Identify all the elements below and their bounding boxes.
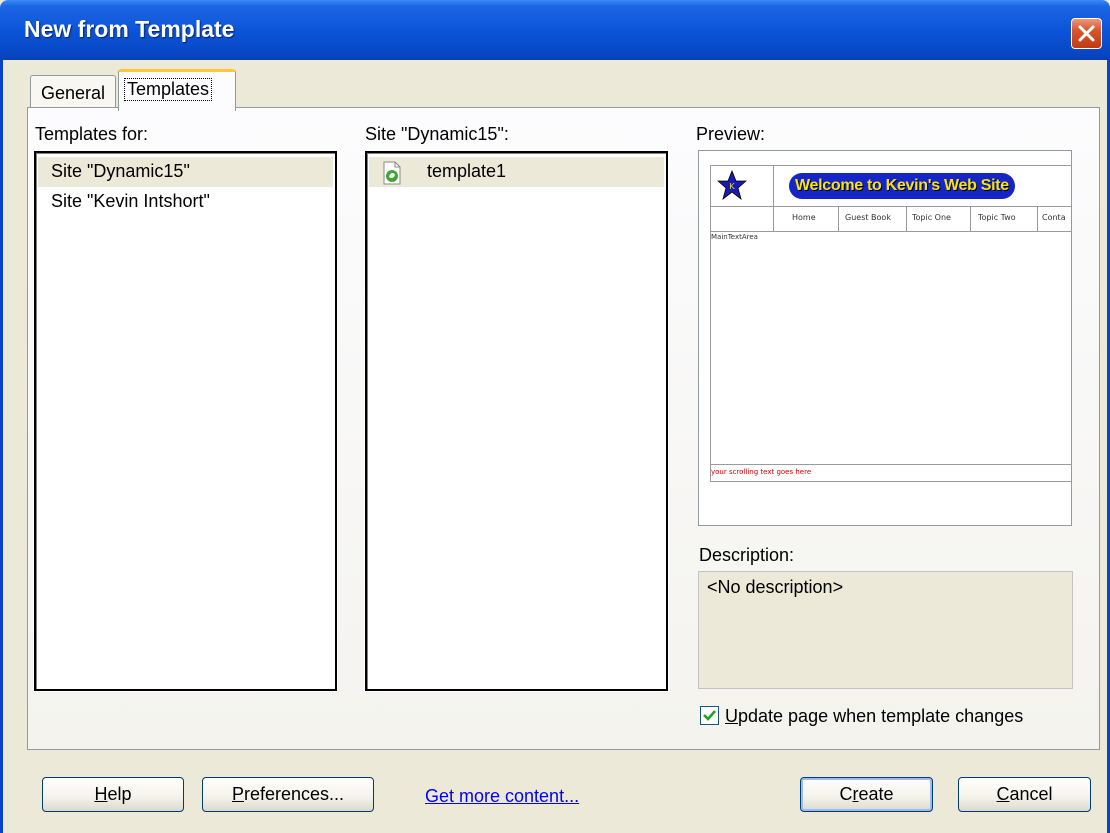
tab-templates[interactable]: Templates	[118, 69, 236, 111]
get-more-content-link[interactable]: Get more content...	[425, 786, 579, 807]
mnemonic-u: U	[725, 706, 738, 726]
preview-table-border	[710, 165, 1072, 166]
preview-table-border	[906, 206, 907, 231]
logo-letter: K	[729, 182, 735, 191]
label-rest: pdate page when template changes	[738, 706, 1024, 726]
list-item-template1[interactable]: template1	[379, 159, 659, 185]
create-button[interactable]: Create	[800, 777, 933, 812]
template-file-icon	[383, 161, 401, 185]
preview-table-border	[710, 481, 1072, 482]
window-border-left	[0, 60, 3, 833]
dialog-title: New from Template	[24, 16, 235, 42]
mnemonic-c: C	[996, 784, 1010, 804]
list-item-site-dynamic15[interactable]: Site "Dynamic15"	[51, 161, 190, 182]
title-bar: New from Template	[0, 0, 1110, 60]
templates-for-label: Templates for:	[35, 124, 149, 144]
preview-label: Preview:	[696, 124, 766, 144]
description-value: <No description>	[707, 577, 844, 597]
mnemonic-h: H	[94, 784, 108, 804]
mnemonic-p: P	[231, 784, 244, 804]
preview-pane: K Welcome to Kevin's Web Site Home Guest…	[698, 150, 1072, 526]
new-from-template-dialog: New from Template General Templates Temp…	[0, 0, 1110, 833]
preview-scrolling-text: your scrolling text goes here	[711, 468, 812, 476]
preview-table-border	[710, 165, 711, 481]
preview-table-border	[773, 165, 774, 231]
update-page-checkbox-label[interactable]: Update page when template changes	[725, 706, 1023, 727]
tab-general-label: General	[41, 83, 106, 103]
templates-for-list[interactable]: Site "Dynamic15" Site "Kevin Intshort"	[34, 151, 337, 691]
button-label-pre: C	[839, 784, 853, 804]
template-name: template1	[427, 161, 507, 181]
preview-nav-home: Home	[792, 213, 816, 222]
description-box: <No description>	[698, 571, 1073, 689]
cancel-button[interactable]: Cancel	[958, 777, 1091, 812]
site-list-label: Site "Dynamic15":	[365, 124, 509, 144]
site-templates-list[interactable]: template1	[365, 151, 668, 691]
preview-table-border	[838, 206, 839, 231]
close-button[interactable]	[1071, 18, 1102, 49]
preview-nav-guest-book: Guest Book	[845, 213, 891, 222]
button-label: elp	[107, 784, 132, 804]
preview-table-border	[710, 231, 1072, 232]
checkmark-icon	[703, 710, 716, 721]
tab-templates-label: Templates	[123, 78, 213, 101]
button-label: ancel	[1009, 784, 1053, 804]
update-page-checkbox[interactable]	[700, 706, 719, 725]
description-label: Description:	[699, 545, 795, 565]
preview-nav-contact: Conta	[1042, 213, 1066, 222]
list-item-site-kevin-intshort[interactable]: Site "Kevin Intshort"	[51, 191, 210, 212]
preview-table-border	[710, 464, 1072, 465]
preview-nav-topic-one: Topic One	[912, 213, 951, 222]
preview-table-border	[1037, 206, 1038, 231]
preferences-button[interactable]: Preferences...	[202, 777, 374, 812]
button-label: references...	[243, 784, 345, 804]
preview-main-text-area: MainTextArea	[711, 233, 758, 241]
close-icon	[1078, 25, 1095, 42]
preview-table-border	[710, 206, 1072, 207]
star-logo-icon: K	[717, 170, 747, 200]
preview-nav-topic-two: Topic Two	[978, 213, 1016, 222]
preview-table-border	[970, 206, 971, 231]
button-label: eate	[858, 784, 894, 804]
tab-general[interactable]: General	[30, 75, 116, 108]
preview-banner: Welcome to Kevin's Web Site	[789, 173, 1015, 199]
help-button[interactable]: Help	[42, 777, 184, 812]
